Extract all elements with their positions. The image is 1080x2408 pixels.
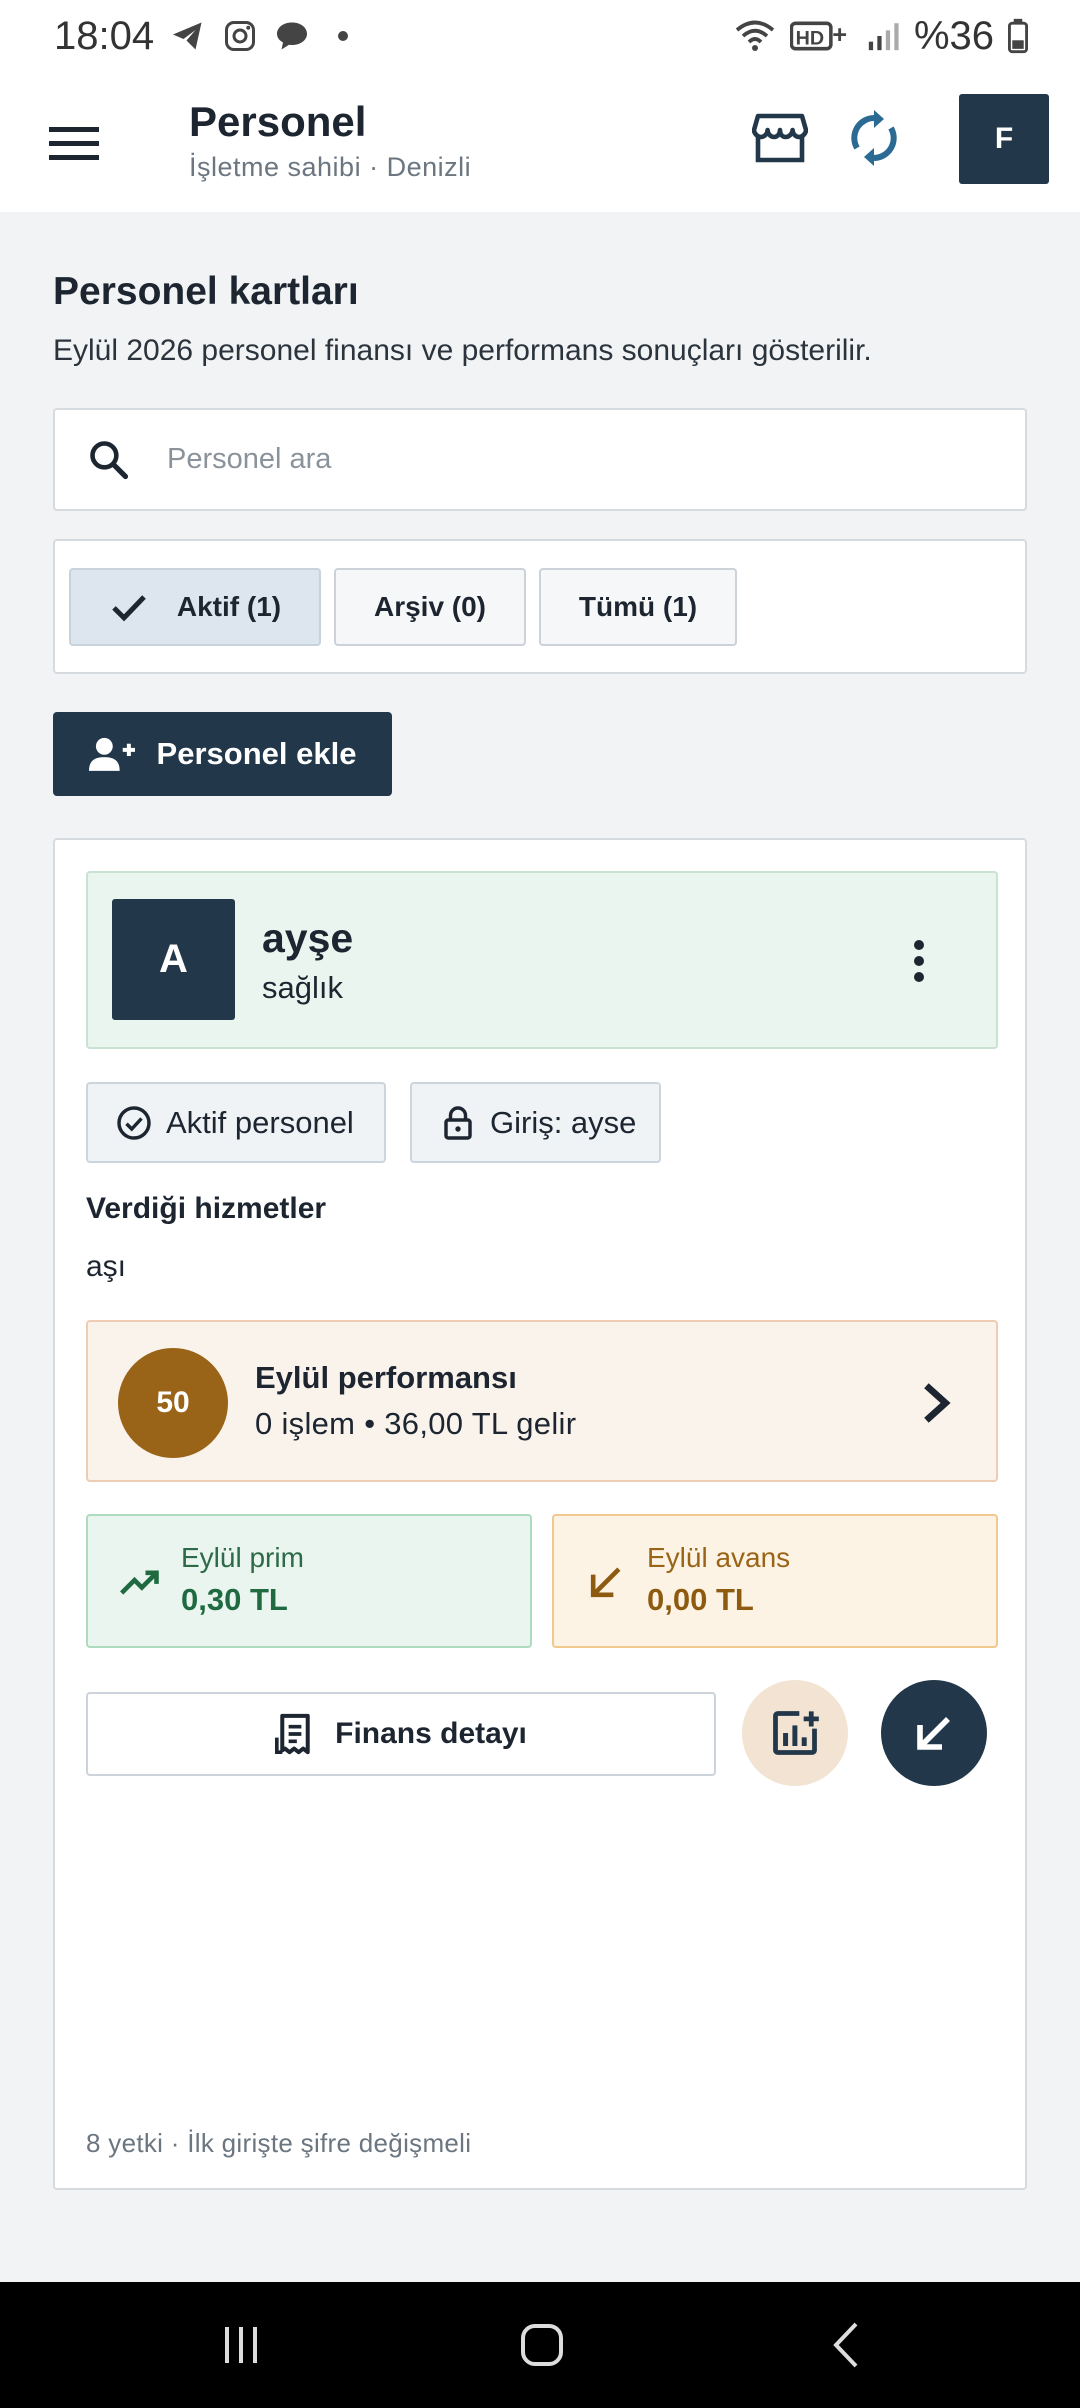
performance-summary[interactable]: 50 Eylül performansı 0 işlem • 36,00 TL …: [86, 1320, 998, 1482]
filter-chip-label: Aktif (1): [176, 591, 282, 622]
prim-stat: Eylül prim 0,30 TL: [86, 1514, 532, 1648]
performance-title: Eylül performansı: [255, 1360, 517, 1395]
wifi-icon: [735, 20, 775, 51]
battery-percent: %36: [913, 13, 994, 58]
login-badge-label: Giriş: ayse: [490, 1104, 637, 1140]
arrow-down-left-icon: [590, 1567, 621, 1598]
system-nav-bar: [0, 2282, 1080, 2408]
hd-plus-icon: HD +: [789, 21, 847, 51]
give-advance-button[interactable]: [881, 1680, 987, 1786]
signal-icon: [868, 23, 899, 51]
search-input[interactable]: [167, 443, 967, 476]
filter-group: Aktif (1) Arşiv (0) Tümü (1): [53, 539, 1027, 674]
filter-chip-all[interactable]: Tümü (1): [539, 568, 737, 646]
battery-icon: [1008, 18, 1028, 54]
status-badge-label: Aktif personel: [166, 1104, 354, 1140]
app-subtitle: İşletme sahibi · Denizli: [189, 152, 472, 182]
sync-button[interactable]: [842, 106, 906, 170]
finance-detail-button[interactable]: Finans detayı: [86, 1692, 716, 1776]
advance-value: 0,00 TL: [647, 1582, 754, 1617]
advance-label: Eylül avans: [647, 1542, 791, 1573]
chat-icon: [277, 22, 308, 50]
more-options-button[interactable]: [894, 931, 944, 991]
page-description: Eylül 2026 personel finansı ve performan…: [53, 334, 872, 367]
prim-label: Eylül prim: [181, 1542, 304, 1573]
search-box[interactable]: [53, 408, 1027, 511]
lock-icon: [444, 1105, 472, 1140]
recents-icon: [225, 2327, 257, 2363]
store-icon: [752, 113, 808, 163]
app-title: Personel: [189, 98, 367, 145]
check-circle-icon: [117, 1105, 151, 1140]
add-staff-button[interactable]: Personel ekle: [53, 712, 392, 796]
staff-card-header[interactable]: A ayşe sağlık: [86, 871, 998, 1049]
svg-text:+: +: [832, 21, 847, 49]
status-left: 18:04: [54, 13, 349, 59]
filter-chip-label: Arşiv (0): [373, 591, 487, 622]
add-report-button[interactable]: [742, 1680, 848, 1786]
status-badge: Aktif personel: [86, 1082, 386, 1163]
person-add-icon: [88, 737, 135, 771]
add-chart-icon: [773, 1711, 819, 1755]
services-title: Verdiği hizmetler: [86, 1192, 327, 1225]
login-badge: Giriş: ayse: [410, 1082, 661, 1163]
staff-card: A ayşe sağlık Aktif personel Giriş: ayse…: [53, 838, 1027, 2190]
card-footer: 8 yetki · İlk girişte şifre değişmeli: [86, 2128, 472, 2158]
filter-chip-active[interactable]: Aktif (1): [69, 568, 321, 646]
finance-detail-label: Finans detayı: [335, 1717, 527, 1750]
prim-value: 0,30 TL: [181, 1582, 288, 1617]
check-icon: [112, 595, 146, 622]
add-staff-label: Personel ekle: [156, 736, 357, 771]
home-icon: [521, 2324, 563, 2366]
menu-icon: [49, 127, 99, 160]
telegram-icon: [173, 22, 202, 50]
sync-icon: [851, 110, 897, 166]
services-value: aşı: [86, 1250, 127, 1283]
instagram-icon: [225, 21, 256, 51]
recents-button[interactable]: [201, 2312, 281, 2378]
filter-chip-label: Tümü (1): [578, 591, 698, 622]
staff-name: ayşe: [262, 915, 354, 961]
status-right: HD + %36: [734, 14, 1028, 59]
notification-dot: [338, 31, 349, 41]
trending-up-icon: [120, 1570, 159, 1595]
more-vert-icon: [914, 940, 924, 982]
profile-button[interactable]: F: [959, 94, 1049, 184]
filter-chip-archive[interactable]: Arşiv (0): [334, 568, 526, 646]
back-button[interactable]: [806, 2312, 886, 2378]
advance-stat: Eylül avans 0,00 TL: [552, 1514, 998, 1648]
status-time: 18:04: [54, 13, 155, 58]
status-bar: 18:04 HD + %36: [0, 0, 1080, 72]
arrow-down-left-icon: [917, 1717, 950, 1750]
app-bar: Personel İşletme sahibi · Denizli F: [0, 72, 1080, 212]
performance-score: 50: [118, 1348, 228, 1458]
chevron-right-icon: [924, 1383, 951, 1423]
avatar: A: [112, 899, 235, 1020]
receipt-icon: [275, 1713, 310, 1755]
svg-text:HD: HD: [796, 27, 824, 49]
search-icon: [90, 440, 129, 479]
home-button[interactable]: [502, 2312, 582, 2378]
store-button[interactable]: [748, 106, 812, 170]
back-icon: [833, 2322, 858, 2368]
performance-summary-text: 0 işlem • 36,00 TL gelir: [255, 1406, 577, 1441]
menu-button[interactable]: [44, 116, 104, 170]
staff-role: sağlık: [262, 970, 343, 1005]
page-title: Personel kartları: [53, 270, 359, 313]
title-block: Personel İşletme sahibi · Denizli: [189, 98, 471, 183]
